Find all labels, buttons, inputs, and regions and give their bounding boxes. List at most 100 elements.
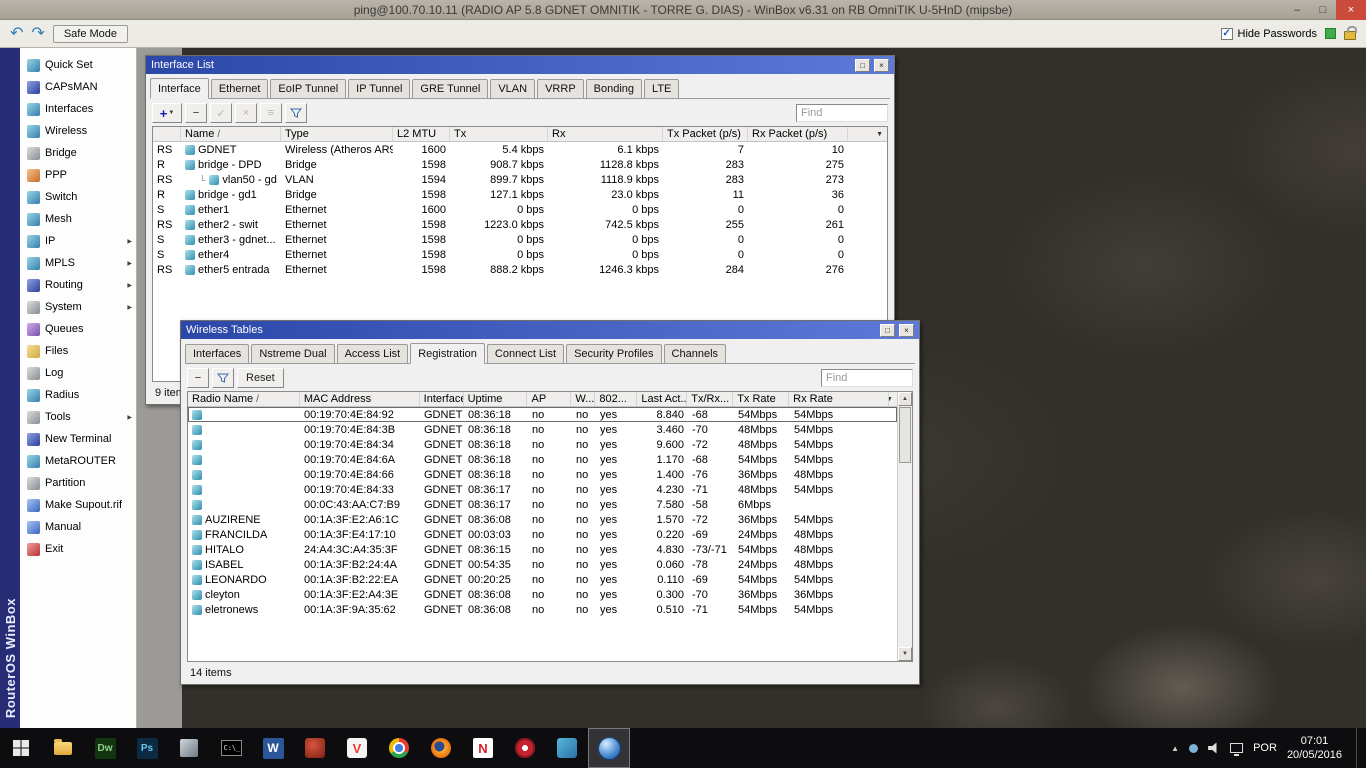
registration-row[interactable]: 00:19:70:4E:84:92 GDNET 08:36:18 no no y… bbox=[188, 407, 897, 422]
interface-row[interactable]: S ether4 Ethernet 1598 0 bps 0 bps bbox=[153, 247, 887, 262]
taskbar-item[interactable] bbox=[0, 728, 42, 768]
tab[interactable]: Access List bbox=[337, 344, 409, 364]
tab[interactable]: Registration bbox=[410, 343, 485, 364]
scroll-up-icon[interactable]: ▲ bbox=[898, 392, 912, 406]
maximize-button[interactable]: □ bbox=[1310, 0, 1336, 20]
close-window-icon[interactable]: × bbox=[874, 59, 889, 72]
sidebar-item[interactable]: Tools ▶ bbox=[20, 406, 136, 428]
column-802[interactable]: 802... bbox=[595, 392, 637, 406]
sidebar-item[interactable]: Quick Set bbox=[20, 54, 136, 76]
interface-list-titlebar[interactable]: Interface List □ × bbox=[146, 56, 894, 74]
registration-row[interactable]: 00:19:70:4E:84:34 GDNET 08:36:18 no no y… bbox=[188, 437, 897, 452]
close-button[interactable]: × bbox=[1336, 0, 1366, 20]
column-ap[interactable]: AP bbox=[527, 392, 571, 406]
close-window-icon[interactable]: × bbox=[899, 324, 914, 337]
tab[interactable]: Ethernet bbox=[211, 79, 269, 99]
column-select-button[interactable]: ▼ bbox=[889, 392, 897, 406]
safe-mode-button[interactable]: Safe Mode bbox=[53, 25, 128, 43]
column-tx-rate[interactable]: Tx Rate bbox=[733, 392, 789, 406]
sidebar-item[interactable]: Wireless bbox=[20, 120, 136, 142]
taskbar-item[interactable] bbox=[504, 728, 546, 768]
taskbar-item[interactable] bbox=[546, 728, 588, 768]
reset-button[interactable]: Reset bbox=[237, 368, 284, 388]
find-input[interactable] bbox=[796, 104, 888, 122]
tab[interactable]: Bonding bbox=[586, 79, 642, 99]
language-indicator[interactable]: POR bbox=[1253, 742, 1277, 754]
interface-row[interactable]: RS ether2 - swit Ethernet 1598 1223.0 kb… bbox=[153, 217, 887, 232]
sidebar-item[interactable]: Files bbox=[20, 340, 136, 362]
tray-app-icon[interactable] bbox=[1189, 744, 1198, 753]
registration-row[interactable]: cleyton 00:1A:3F:E2:A4:3E GDNET 08:36:08… bbox=[188, 587, 897, 602]
taskbar-item[interactable] bbox=[378, 728, 420, 768]
sidebar-item[interactable]: New Terminal bbox=[20, 428, 136, 450]
remove-button[interactable]: − bbox=[187, 368, 209, 388]
undo-icon[interactable]: ↶ bbox=[10, 26, 23, 42]
tab[interactable]: Security Profiles bbox=[566, 344, 661, 364]
interface-row[interactable]: RS vlan50 - gd... VLAN 1594 899.7 kbps 1… bbox=[153, 172, 887, 187]
tab[interactable]: Connect List bbox=[487, 344, 564, 364]
sidebar-item[interactable]: IP ▶ bbox=[20, 230, 136, 252]
add-button[interactable]: + ▼ bbox=[152, 103, 182, 123]
column-interface[interactable]: Interface bbox=[420, 392, 464, 406]
wireless-tables-titlebar[interactable]: Wireless Tables □ × bbox=[181, 321, 919, 339]
registration-row[interactable]: FRANCILDA 00:1A:3F:E4:17:10 GDNET 00:03:… bbox=[188, 527, 897, 542]
sidebar-item[interactable]: Mesh bbox=[20, 208, 136, 230]
column-rx-packet[interactable]: Rx Packet (p/s) bbox=[748, 127, 848, 141]
column-select-button[interactable]: ▼ bbox=[848, 127, 887, 141]
tab[interactable]: EoIP Tunnel bbox=[270, 79, 346, 99]
sidebar-item[interactable]: System ▶ bbox=[20, 296, 136, 318]
sidebar-item[interactable]: Radius bbox=[20, 384, 136, 406]
column-radio-name[interactable]: Radio Name/ bbox=[188, 392, 300, 406]
column-uptime[interactable]: Uptime bbox=[464, 392, 528, 406]
registration-row[interactable]: HITALO 24:A4:3C:A4:35:3F GDNET 08:36:15 … bbox=[188, 542, 897, 557]
filter-button[interactable] bbox=[285, 103, 307, 123]
sidebar-item[interactable]: Partition bbox=[20, 472, 136, 494]
comment-button[interactable]: ≡ bbox=[260, 103, 282, 123]
column-last-activity[interactable]: Last Act... bbox=[637, 392, 687, 406]
find-input[interactable] bbox=[821, 369, 913, 387]
column-flags[interactable] bbox=[153, 127, 181, 141]
checkbox-checked-icon[interactable]: ✓ bbox=[1221, 28, 1233, 40]
sidebar-item[interactable]: Switch bbox=[20, 186, 136, 208]
sidebar-item[interactable]: CAPsMAN bbox=[20, 76, 136, 98]
sidebar-item[interactable]: Routing ▶ bbox=[20, 274, 136, 296]
app-titlebar[interactable]: ping@100.70.10.11 (RADIO AP 5.8 GDNET OM… bbox=[0, 0, 1366, 20]
registration-row[interactable]: 00:19:70:4E:84:66 GDNET 08:36:18 no no y… bbox=[188, 467, 897, 482]
registration-row[interactable]: ISABEL 00:1A:3F:B2:24:4A GDNET 00:54:35 … bbox=[188, 557, 897, 572]
minimize-button[interactable]: – bbox=[1284, 0, 1310, 20]
tab[interactable]: Interface bbox=[150, 78, 209, 99]
tab[interactable]: LTE bbox=[644, 79, 679, 99]
sidebar-item[interactable]: MetaROUTER bbox=[20, 450, 136, 472]
taskbar-item[interactable] bbox=[168, 728, 210, 768]
column-rx-rate[interactable]: Rx Rate bbox=[789, 392, 889, 406]
taskbar-item[interactable]: N bbox=[462, 728, 504, 768]
sidebar-item[interactable]: Manual bbox=[20, 516, 136, 538]
taskbar-item[interactable] bbox=[42, 728, 84, 768]
clock[interactable]: 07:01 20/05/2016 bbox=[1287, 734, 1342, 763]
registration-row[interactable]: eletronews 00:1A:3F:9A:35:62 GDNET 08:36… bbox=[188, 602, 897, 617]
tab[interactable]: IP Tunnel bbox=[348, 79, 410, 99]
tab[interactable]: Channels bbox=[664, 344, 726, 364]
column-tx-packet[interactable]: Tx Packet (p/s) bbox=[663, 127, 748, 141]
column-tx[interactable]: Tx bbox=[450, 127, 548, 141]
remove-button[interactable]: − bbox=[185, 103, 207, 123]
network-icon[interactable] bbox=[1230, 743, 1243, 753]
disable-button[interactable]: × bbox=[235, 103, 257, 123]
restore-window-icon[interactable]: □ bbox=[855, 59, 870, 72]
taskbar-item[interactable] bbox=[588, 728, 630, 768]
sidebar-item[interactable]: Log bbox=[20, 362, 136, 384]
column-mac-address[interactable]: MAC Address bbox=[300, 392, 420, 406]
column-rx[interactable]: Rx bbox=[548, 127, 663, 141]
sidebar-item[interactable]: MPLS ▶ bbox=[20, 252, 136, 274]
sidebar-item[interactable]: Make Supout.rif bbox=[20, 494, 136, 516]
vertical-scrollbar[interactable]: ▲ ▼ bbox=[897, 392, 912, 661]
tab[interactable]: GRE Tunnel bbox=[412, 79, 488, 99]
registration-row[interactable]: AUZIRENE 00:1A:3F:E2:A6:1C GDNET 08:36:0… bbox=[188, 512, 897, 527]
redo-icon[interactable]: ↷ bbox=[31, 26, 44, 42]
filter-button[interactable] bbox=[212, 368, 234, 388]
column-wds[interactable]: W... bbox=[571, 392, 595, 406]
sidebar-item[interactable]: Bridge bbox=[20, 142, 136, 164]
scroll-down-icon[interactable]: ▼ bbox=[898, 647, 912, 661]
taskbar-item[interactable]: Ps bbox=[126, 728, 168, 768]
registration-row[interactable]: 00:19:70:4E:84:33 GDNET 08:36:17 no no y… bbox=[188, 482, 897, 497]
